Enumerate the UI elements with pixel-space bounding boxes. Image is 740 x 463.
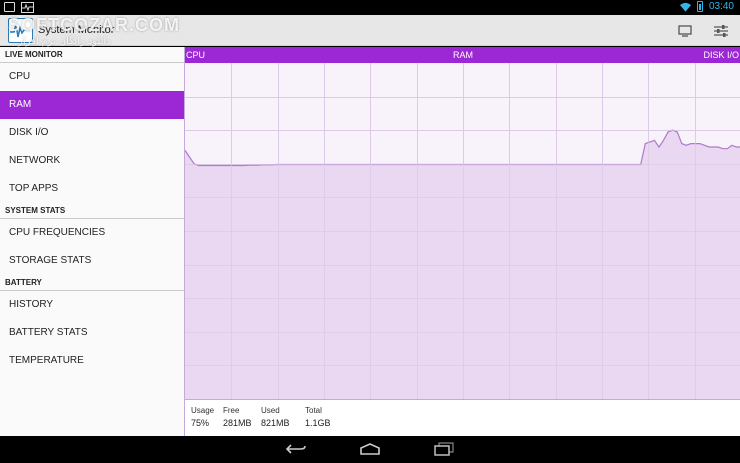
sidebar-item-network[interactable]: NETWORK (0, 147, 184, 175)
sidebar-item-cpu[interactable]: CPU (0, 63, 184, 91)
free-value: 281MB (223, 418, 252, 428)
tab-bar: RAM CPU DISK I/O (185, 47, 740, 63)
recents-icon (434, 442, 454, 456)
status-bar: 03:40 (0, 0, 740, 15)
ram-usage-area (185, 130, 740, 399)
stat-used: Used 821MB (261, 406, 290, 428)
sidebar-item-history[interactable]: HISTORY (0, 291, 184, 319)
sidebar: LIVE MONITOR CPU RAM DISK I/O NETWORK TO… (0, 47, 184, 436)
recents-button[interactable] (431, 440, 457, 458)
usage-label: Usage (191, 406, 215, 415)
ram-usage-chart (184, 63, 740, 399)
main-panel: RAM CPU DISK I/O Usage 75% Free 281MB Us… (184, 47, 740, 436)
home-button[interactable] (357, 440, 383, 458)
back-button[interactable] (283, 440, 309, 458)
tab-cpu[interactable]: CPU (186, 50, 205, 60)
screen-button[interactable] (675, 21, 695, 41)
battery-icon (696, 1, 703, 12)
app-logo-icon (8, 18, 33, 43)
used-label: Used (261, 406, 280, 415)
clock: 03:40 (708, 1, 734, 12)
back-icon (285, 444, 306, 454)
stat-free: Free 281MB (223, 406, 252, 428)
section-header-system-stats: SYSTEM STATS (0, 203, 184, 219)
stat-usage: Usage 75% (191, 406, 214, 428)
sliders-icon (714, 25, 728, 37)
sidebar-item-disk-io[interactable]: DISK I/O (0, 119, 184, 147)
stat-total: Total 1.1GB (305, 406, 331, 428)
sidebar-item-temperature[interactable]: TEMPERATURE (0, 347, 184, 375)
free-label: Free (223, 406, 240, 415)
navigation-bar (0, 436, 740, 463)
tab-disk-io[interactable]: DISK I/O (703, 50, 739, 60)
settings-button[interactable] (711, 21, 731, 41)
image-notification-icon (4, 2, 15, 12)
section-header-live-monitor: LIVE MONITOR (0, 47, 184, 63)
section-header-battery: BATTERY (0, 275, 184, 291)
app-title: System Monitor (38, 24, 115, 36)
sidebar-item-top-apps[interactable]: TOP APPS (0, 175, 184, 203)
ram-usage-graph[interactable] (184, 63, 740, 399)
sidebar-item-battery-stats[interactable]: BATTERY STATS (0, 319, 184, 347)
home-icon (360, 443, 380, 455)
sidebar-item-ram[interactable]: RAM (0, 91, 184, 119)
action-bar: System Monitor (0, 15, 740, 46)
sidebar-item-cpu-frequencies[interactable]: CPU FREQUENCIES (0, 219, 184, 247)
total-label: Total (305, 406, 322, 415)
tab-ram[interactable]: RAM (185, 50, 740, 60)
usage-value: 75% (191, 418, 210, 428)
sidebar-item-storage-stats[interactable]: STORAGE STATS (0, 247, 184, 275)
monitor-icon (678, 25, 692, 37)
used-value: 821MB (261, 418, 290, 428)
memory-stats: Usage 75% Free 281MB Used 821MB Total 1.… (185, 399, 740, 436)
wifi-icon (679, 2, 691, 12)
activity-notification-icon (21, 2, 34, 13)
total-value: 1.1GB (305, 418, 331, 428)
